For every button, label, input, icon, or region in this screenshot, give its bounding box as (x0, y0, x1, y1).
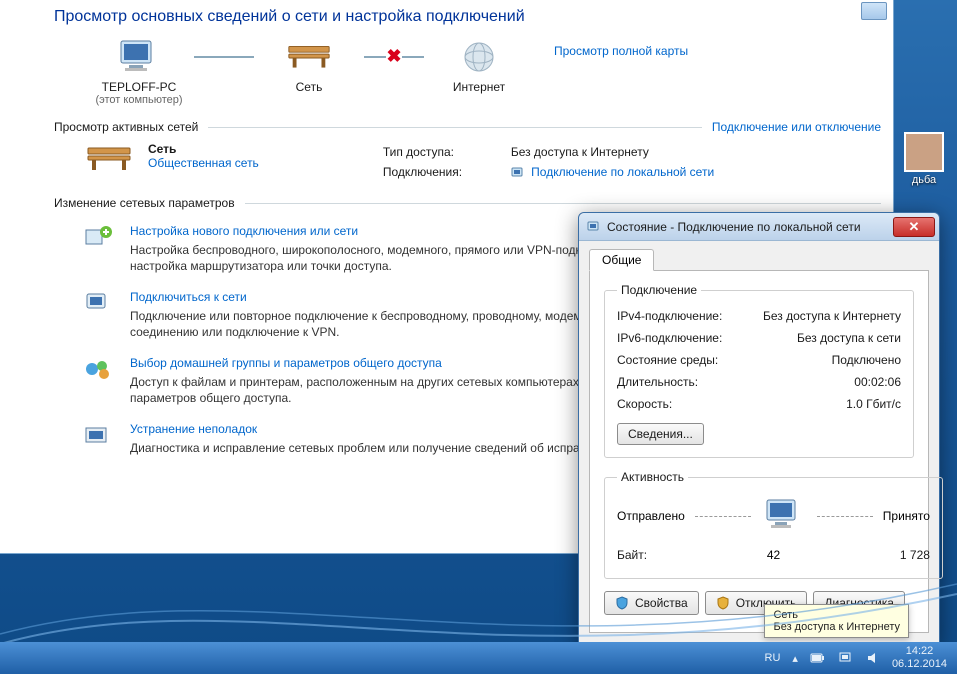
bench-icon (84, 142, 134, 180)
homegroup-icon (84, 356, 116, 384)
group-activity-label: Активность (617, 470, 688, 484)
lan-connection-link[interactable]: Подключение по локальной сети (531, 165, 714, 179)
recv-label: Принято (883, 509, 930, 523)
topology-pc-label: TEPLOFF-PC (102, 80, 177, 94)
topology-internet-label: Интернет (453, 80, 505, 94)
tray-chevron-icon[interactable]: ▴ (792, 652, 798, 665)
section-change-label: Изменение сетевых параметров (54, 196, 235, 210)
system-tray: RU ▴ 14:22 06.12.2014 (765, 645, 957, 671)
properties-button[interactable]: Свойства (604, 591, 699, 615)
group-connection: Подключение IPv4-подключение: Без доступа… (604, 283, 914, 458)
media-key: Состояние среды: (617, 349, 718, 371)
full-map-link[interactable]: Просмотр полной карты (554, 44, 688, 58)
access-type-value: Без доступа к Интернету (511, 142, 649, 162)
shield-icon (716, 596, 730, 610)
clock-time: 14:22 (892, 645, 947, 658)
dialog-titlebar[interactable]: Состояние - Подключение по локальной сет… (579, 213, 939, 241)
computer-icon (761, 498, 807, 534)
wizard-icon (84, 224, 116, 252)
bench-icon (285, 36, 333, 78)
setting-troubleshoot-title[interactable]: Устранение неполадок (130, 422, 623, 436)
nic-icon (587, 220, 601, 234)
ipv4-key: IPv4-подключение: (617, 305, 722, 327)
details-button[interactable]: Сведения... (617, 423, 704, 445)
network-topology: TEPLOFF-PC (этот компьютер) Сеть ✖ Интер… (36, 36, 881, 106)
close-icon: ✕ (909, 219, 920, 235)
group-connection-label: Подключение (617, 283, 701, 297)
tooltip-line1: Сеть (773, 609, 900, 621)
connect-icon (84, 290, 116, 318)
x-icon: ✖ (386, 46, 401, 67)
window-help-button[interactable] (861, 2, 887, 20)
topology-internet: Интернет (424, 36, 534, 94)
speed-key: Скорость: (617, 393, 672, 415)
section-active: Просмотр активных сетей Подключение или … (54, 120, 881, 134)
page-title: Просмотр основных сведений о сети и наст… (36, 0, 881, 36)
network-tooltip: Сеть Без доступа к Интернету (764, 604, 909, 638)
dash-line (817, 516, 873, 517)
speed-value: 1.0 Гбит/с (846, 393, 901, 415)
computer-icon (115, 36, 163, 78)
divider (208, 127, 702, 128)
ipv6-key: IPv6-подключение: (617, 327, 722, 349)
dialog-title: Состояние - Подключение по локальной сет… (607, 220, 887, 234)
bytes-recv: 1 728 (900, 544, 930, 566)
topology-link-broken: ✖ (364, 36, 424, 78)
network-tray-icon[interactable] (838, 651, 854, 665)
connections-key: Подключения: (383, 162, 493, 182)
section-change: Изменение сетевых параметров (54, 196, 881, 210)
taskbar[interactable]: RU ▴ 14:22 06.12.2014 (0, 642, 957, 674)
dur-value: 00:02:06 (854, 371, 901, 393)
topology-pc-sublabel: (этот компьютер) (95, 94, 182, 106)
dash-line (695, 516, 751, 517)
topology-this-pc: TEPLOFF-PC (этот компьютер) (84, 36, 194, 106)
topology-network-label: Сеть (296, 80, 323, 94)
setting-troubleshoot-desc: Диагностика и исправление сетевых пробле… (130, 440, 623, 456)
desktop-shortcut-label: дьба (901, 174, 947, 186)
properties-button-label: Свойства (635, 596, 688, 610)
language-indicator[interactable]: RU (765, 652, 781, 664)
section-active-label: Просмотр активных сетей (54, 120, 198, 134)
photo-thumbnail-icon (904, 132, 944, 172)
volume-icon[interactable] (866, 651, 880, 665)
close-button[interactable]: ✕ (893, 217, 935, 237)
topology-network: Сеть (254, 36, 364, 94)
nic-icon (511, 167, 525, 179)
ipv4-value: Без доступа к Интернету (763, 305, 901, 327)
battery-icon[interactable] (810, 652, 826, 664)
tab-general[interactable]: Общие (589, 249, 654, 271)
connect-disconnect-link[interactable]: Подключение или отключение (712, 120, 881, 134)
status-dialog: Состояние - Подключение по локальной сет… (578, 212, 940, 648)
dur-key: Длительность: (617, 371, 698, 393)
group-activity: Активность Отправлено Принято Байт: 42 1… (604, 470, 943, 579)
globe-icon (455, 36, 503, 78)
shield-icon (615, 596, 629, 610)
sent-label: Отправлено (617, 509, 685, 523)
tooltip-line2: Без доступа к Интернету (773, 621, 900, 633)
tabs: Общие (589, 247, 929, 271)
ipv6-value: Без доступа к сети (797, 327, 901, 349)
active-network: Сеть Общественная сеть Тип доступа: Без … (36, 142, 881, 182)
media-value: Подключено (832, 349, 901, 371)
divider (245, 203, 881, 204)
clock-date: 06.12.2014 (892, 658, 947, 671)
troubleshoot-icon (84, 422, 116, 450)
active-network-name: Сеть (148, 142, 259, 156)
desktop-shortcut[interactable]: дьба (901, 132, 947, 186)
clock[interactable]: 14:22 06.12.2014 (892, 645, 947, 671)
bytes-sent: 42 (647, 544, 900, 566)
details-button-label: Сведения... (628, 427, 693, 441)
bytes-key: Байт: (617, 544, 647, 566)
access-type-key: Тип доступа: (383, 142, 493, 162)
tab-panel: Подключение IPv4-подключение: Без доступа… (589, 271, 929, 633)
tab-general-label: Общие (602, 253, 641, 267)
topology-link-ok (194, 36, 254, 78)
active-network-type[interactable]: Общественная сеть (148, 156, 259, 170)
